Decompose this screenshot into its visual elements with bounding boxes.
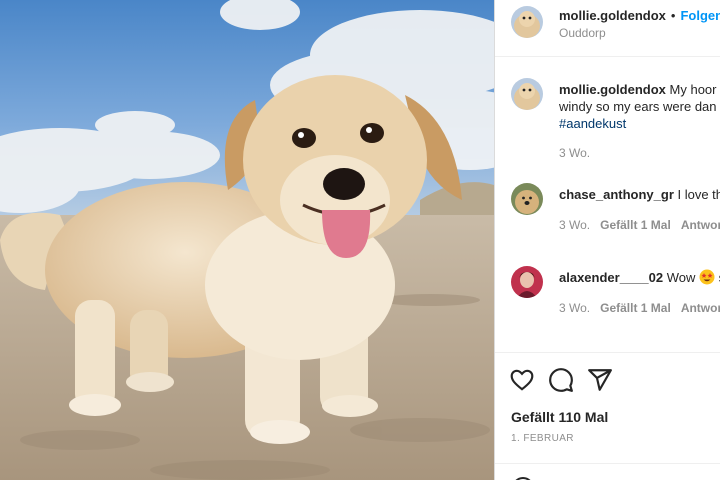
comment-text: I love th — [677, 187, 720, 202]
caption-meta: 3 Wo. — [559, 146, 600, 160]
emoji-icon[interactable] — [511, 476, 535, 480]
separator-dot: • — [670, 8, 676, 23]
header-title-row: mollie.goldendox • Folgen — [559, 7, 720, 24]
heart-icon[interactable] — [509, 367, 535, 393]
caption-line-1: mollie.goldendox My hoor — [559, 81, 717, 98]
comment-likes[interactable]: Gefällt 1 Mal — [600, 301, 671, 315]
comment-line: chase_anthony_gr I love th — [559, 186, 720, 203]
hashtag-link[interactable]: #aandekust — [559, 115, 626, 132]
caption-text-2: windy so my ears were dan — [559, 99, 717, 114]
comment-time[interactable]: 3 Wo. — [559, 218, 590, 232]
dog-on-beach-image — [0, 0, 494, 480]
reply-button[interactable]: Antwort — [681, 218, 720, 232]
reply-button[interactable]: Antwort — [681, 301, 720, 315]
comment-meta: 3 Wo. Gefällt 1 Mal Antwort — [559, 218, 720, 232]
comment-avatar[interactable] — [511, 266, 543, 298]
post-date: 1. FEBRUAR — [511, 433, 574, 444]
comment-meta: 3 Wo. Gefällt 1 Mal Antwort — [559, 301, 720, 315]
post-header: mollie.goldendox • Folgen Ouddorp — [495, 0, 720, 57]
author-username[interactable]: mollie.goldendox — [559, 8, 666, 23]
comment-line: alaxender____02 Wow s — [559, 269, 720, 286]
star-struck-emoji-icon — [699, 269, 715, 285]
follow-button[interactable]: Folgen — [680, 8, 720, 23]
caption-time[interactable]: 3 Wo. — [559, 146, 590, 160]
comment-avatar[interactable] — [511, 183, 543, 215]
comment-time[interactable]: 3 Wo. — [559, 301, 590, 315]
comment-text: Wow — [666, 270, 696, 285]
comment-icon[interactable] — [548, 367, 574, 393]
post-location[interactable]: Ouddorp — [559, 25, 606, 42]
likes-count[interactable]: Gefällt 110 Mal — [511, 409, 608, 425]
post-side-panel: mollie.goldendox • Folgen Ouddorp mollie.g… — [494, 0, 720, 480]
author-avatar[interactable] — [511, 6, 543, 38]
comment-username[interactable]: chase_anthony_gr — [559, 187, 674, 202]
comment-username[interactable]: alaxender____02 — [559, 270, 663, 285]
post-photo[interactable] — [0, 0, 494, 480]
post-actions: Gefällt 110 Mal 1. FEBRUAR — [495, 352, 720, 480]
caption-text-1: My hoor — [669, 82, 717, 97]
comment-likes[interactable]: Gefällt 1 Mal — [600, 218, 671, 232]
add-comment-bar[interactable] — [495, 463, 720, 480]
share-icon[interactable] — [587, 367, 613, 393]
caption-username[interactable]: mollie.goldendox — [559, 82, 666, 97]
caption-avatar[interactable] — [511, 78, 543, 110]
